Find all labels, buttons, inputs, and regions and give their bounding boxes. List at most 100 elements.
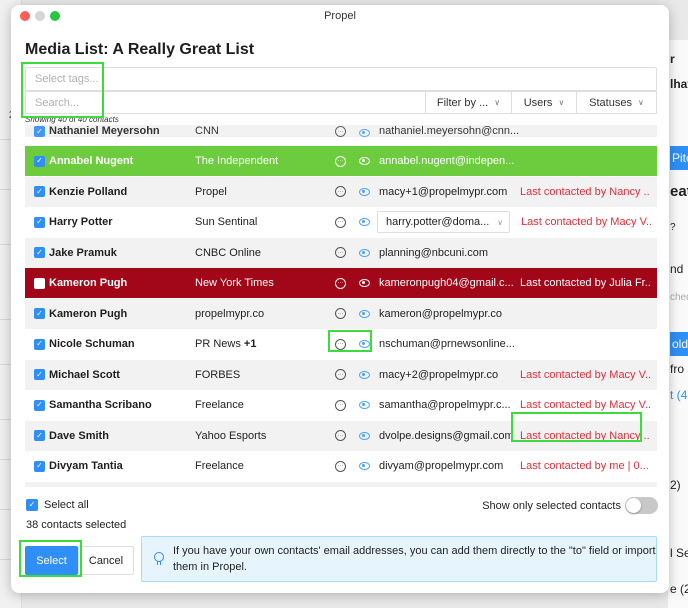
eye-icon[interactable] — [359, 157, 370, 165]
chevron-down-icon: ∨ — [558, 98, 565, 107]
chevron-down-icon: ∨ — [497, 217, 504, 227]
table-row[interactable]: ✓ Jake Pramuk CNBC Online ··· planning@nbcun… — [25, 237, 657, 268]
outlet-name: Freelance — [195, 460, 244, 472]
search-input[interactable] — [25, 91, 425, 114]
statuses-label: Statuses — [589, 96, 632, 109]
eye-icon[interactable] — [359, 370, 370, 379]
bg-fragment: r — [670, 52, 675, 66]
outlet-name: Propel — [195, 185, 227, 198]
table-row[interactable]: ✓ Annabel Nugent The Independent ··· annabel… — [25, 146, 657, 176]
outlet-name: New York Times — [195, 277, 274, 289]
eye-icon[interactable] — [359, 462, 370, 470]
contact-status: Last contacted by Nancy ... — [520, 185, 650, 198]
show-only-selected-label: Show only selected contacts — [482, 499, 621, 512]
outlet-name: PR News — [195, 338, 241, 350]
chat-icon[interactable]: ··· — [335, 277, 346, 289]
eye-icon[interactable] — [359, 401, 370, 409]
row-checkbox[interactable]: ✓ — [34, 460, 45, 472]
chat-icon[interactable]: ··· — [335, 186, 346, 197]
bg-fragment: fro — [670, 362, 685, 376]
table-row-partial[interactable]: ✓ Nathaniel Meyersohn CNN ··· nathaniel.… — [25, 125, 657, 137]
row-checkbox[interactable] — [34, 277, 45, 289]
chat-icon[interactable]: ··· — [335, 155, 346, 167]
row-checkbox[interactable]: ✓ — [34, 155, 45, 167]
statuses-dropdown[interactable]: Statuses ∨ — [577, 91, 657, 114]
background-right-panel: r lhav Pitc eat ? nd ched olde fro t (4 … — [668, 40, 688, 608]
row-checkbox[interactable]: ✓ — [34, 186, 45, 197]
table-row[interactable]: ✓ Divyam Tantia Freelance ··· divyam@propelm… — [25, 451, 657, 481]
row-checkbox[interactable]: ✓ — [34, 369, 45, 380]
table-row[interactable]: ✓ Kenzie Polland Propel ··· macy+1@propelmyp… — [25, 176, 657, 207]
contact-outlet: FORBES — [195, 369, 335, 381]
cancel-button[interactable]: Cancel — [78, 546, 134, 575]
eye-icon[interactable] — [359, 129, 370, 137]
contact-status: Last contacted by Julia Fr... — [520, 277, 650, 289]
eye-icon[interactable] — [359, 218, 370, 226]
contact-name: Nicole Schuman — [49, 338, 135, 350]
chat-icon[interactable]: ··· — [335, 216, 346, 228]
row-checkbox[interactable]: ✓ — [34, 430, 45, 441]
row-checkbox[interactable]: ✓ — [34, 216, 45, 228]
outlet-name: Yahoo Esports — [195, 429, 267, 442]
table-row[interactable]: ✓ Nicole Schuman PR News +1 ··· nschuman@prn… — [25, 329, 657, 359]
eye-icon[interactable] — [359, 187, 370, 196]
row-checkbox[interactable]: ✓ — [34, 399, 45, 411]
contact-name: Kameron Pugh — [49, 307, 128, 320]
bg-fragment: Pitc — [670, 146, 688, 170]
info-banner: If you have your own contacts' email add… — [141, 536, 657, 582]
eye-icon[interactable] — [359, 309, 370, 318]
show-only-selected-toggle[interactable] — [625, 497, 658, 514]
row-checkbox[interactable]: ✓ — [34, 308, 45, 319]
chat-icon[interactable]: ··· — [335, 369, 346, 380]
zoom-window-button[interactable] — [50, 11, 60, 21]
contact-outlet: Freelance — [195, 399, 335, 411]
close-window-button[interactable] — [20, 11, 30, 21]
table-row-partial[interactable] — [25, 481, 657, 487]
outlet-extra-count[interactable]: +1 — [244, 338, 257, 350]
select-tags-input[interactable] — [25, 67, 657, 91]
email-dropdown[interactable]: harry.potter@doma... ∨ — [377, 211, 510, 233]
select-all[interactable]: ✓ Select all — [25, 499, 89, 511]
eye-icon[interactable] — [359, 431, 370, 440]
outlet-name: CNBC Online — [195, 246, 262, 259]
bg-fragment: l Se — [670, 546, 688, 560]
contact-outlet: propelmypr.co — [195, 308, 335, 320]
chat-icon[interactable]: ··· — [335, 399, 346, 411]
contacts-table[interactable]: ✓ Nathaniel Meyersohn CNN ··· nathaniel.… — [25, 125, 657, 487]
users-label: Users — [523, 96, 553, 109]
eye-icon[interactable] — [359, 279, 370, 287]
selected-count: 38 contacts selected — [26, 519, 127, 531]
table-row[interactable]: ✓ Dave Smith Yahoo Esports ··· dvolpe.design… — [25, 420, 657, 451]
lightbulb-icon — [154, 552, 164, 566]
row-checkbox[interactable]: ✓ — [34, 126, 45, 137]
table-row[interactable]: ✓ Kameron Pugh propelmypr.co ··· kameron@pro… — [25, 298, 657, 329]
table-row[interactable]: ✓ Michael Scott FORBES ··· macy+2@propelmypr… — [25, 359, 657, 390]
row-checkbox[interactable]: ✓ — [34, 247, 45, 258]
contact-outlet: Yahoo Esports — [195, 430, 335, 442]
select-button[interactable]: Select — [25, 546, 78, 575]
chat-icon[interactable]: ··· — [335, 460, 346, 472]
contact-name: Dave Smith — [49, 429, 109, 442]
chat-icon[interactable]: ··· — [335, 338, 346, 350]
contact-email: planning@nbcuni.com — [379, 246, 489, 259]
table-row[interactable]: ✓ Samantha Scribano Freelance ··· samantha@p… — [25, 390, 657, 420]
info-text: If you have your own contacts' email add… — [173, 545, 656, 573]
eye-icon[interactable] — [359, 248, 370, 257]
outlet-name: propelmypr.co — [195, 307, 265, 320]
chat-icon[interactable]: ··· — [335, 308, 346, 319]
table-row[interactable]: ✓ Harry Potter Sun Sentinal ··· harry.potter… — [25, 207, 657, 237]
eye-icon[interactable] — [359, 340, 370, 348]
row-checkbox[interactable]: ✓ — [34, 338, 45, 350]
contact-name: Jake Pramuk — [49, 246, 117, 259]
minimize-window-button[interactable] — [35, 11, 45, 21]
select-all-checkbox[interactable]: ✓ — [26, 499, 38, 511]
show-only-selected: Show only selected contacts — [482, 497, 658, 514]
chat-icon[interactable]: ··· — [335, 126, 346, 137]
users-dropdown[interactable]: Users ∨ — [512, 91, 577, 114]
table-row[interactable]: Kameron Pugh New York Times ··· kameronpugh… — [25, 268, 657, 298]
chat-icon[interactable]: ··· — [335, 247, 346, 258]
filter-by-dropdown[interactable]: Filter by ... ∨ — [425, 91, 512, 114]
contact-name: Divyam Tantia — [49, 460, 123, 472]
chat-icon[interactable]: ··· — [335, 430, 346, 441]
contact-email: kameron@propelmypr.co — [379, 307, 503, 320]
